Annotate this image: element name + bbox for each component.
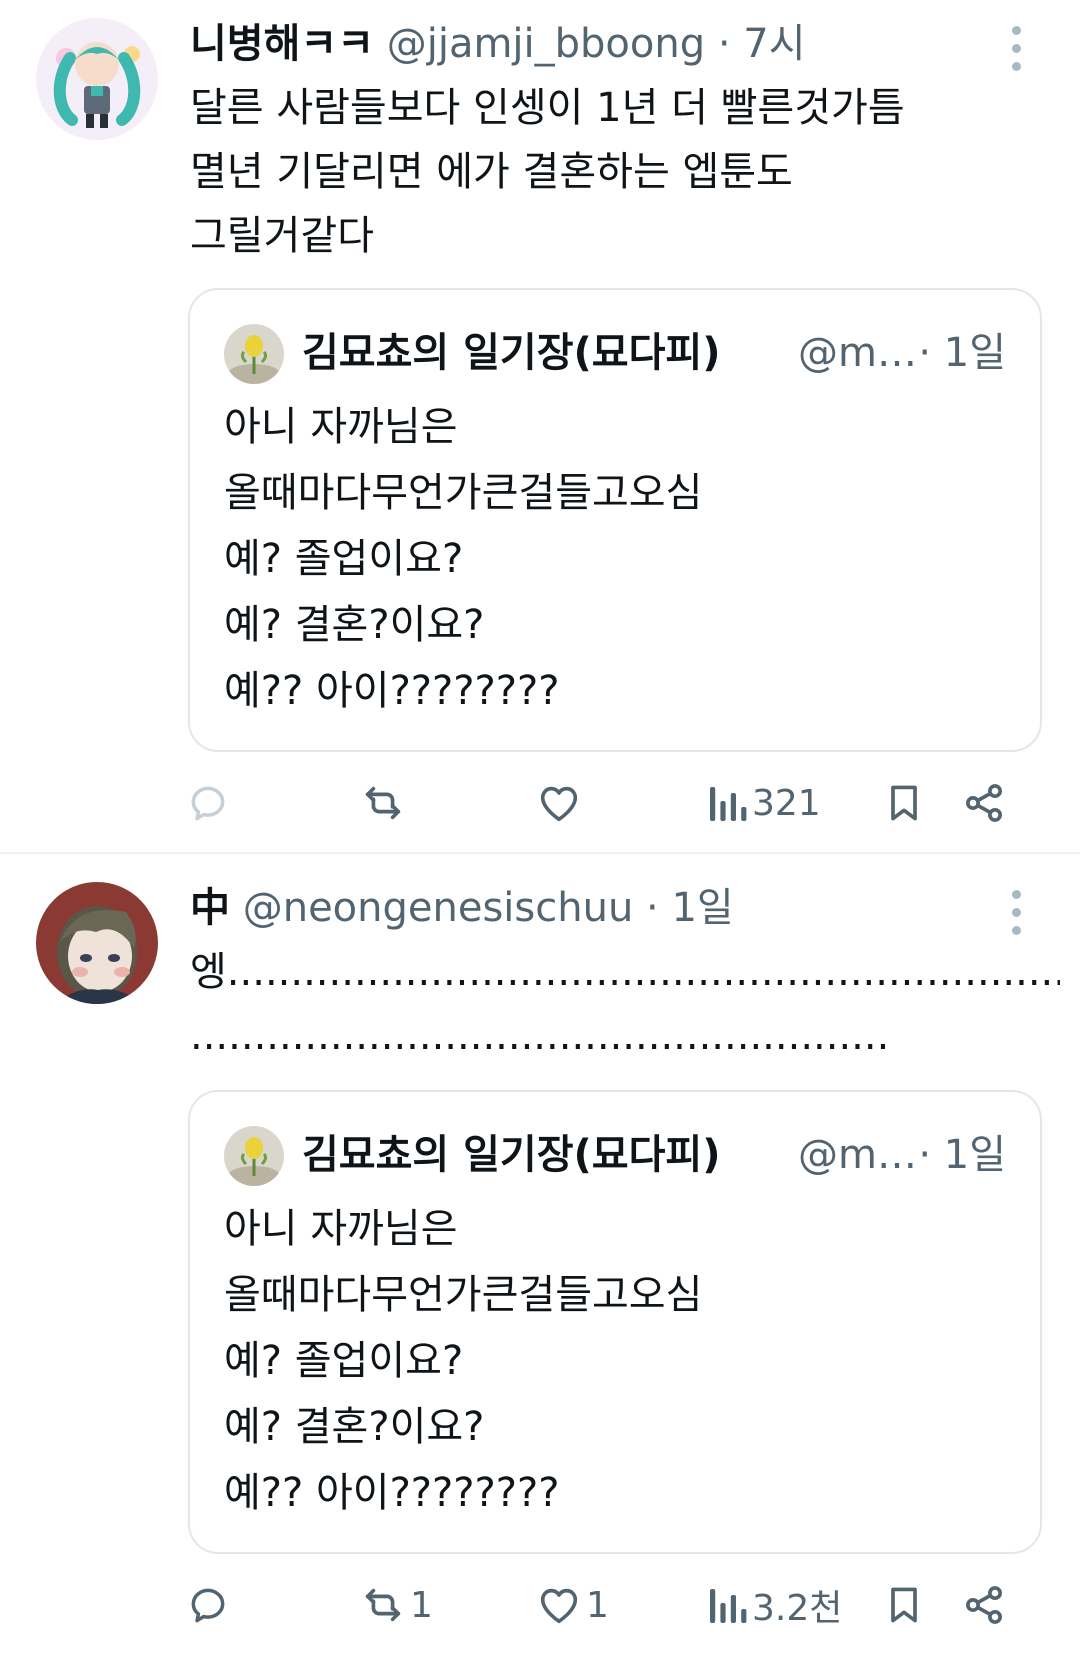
action-bar: 321 [0,768,1080,838]
reply-icon [191,786,225,821]
quoted-avatar[interactable] [224,1126,284,1186]
quoted-tweet-text: 아니 자까님은 올때마다무언가큰걸들고오심 예? 졸업이요? 예? 결혼?이요?… [224,404,703,714]
quoted-handle[interactable]: @m… [798,1122,917,1188]
bookmark-icon [891,785,917,821]
views-button[interactable]: 321 [708,768,821,838]
action-bar: 1 1 3.2천 [0,1570,1080,1640]
like-count: 1 [586,1584,609,1626]
quoted-display-name[interactable]: 김묘쵸의 일기장(묘다피) [302,1122,721,1188]
quoted-tweet-header: 김묘쵸의 일기장(묘다피) @m… · 1일 [224,1122,1010,1188]
timestamp[interactable]: 1일 [671,885,733,931]
views-icon [710,787,747,821]
share-button[interactable] [962,768,1006,838]
separator: · [633,885,672,931]
like-button[interactable] [536,768,586,838]
quoted-tweet-text: 아니 자까님은 올때마다무언가큰걸들고오심 예? 졸업이요? 예? 결혼?이요?… [224,1206,703,1516]
share-icon [966,1586,1002,1624]
quoted-timestamp[interactable]: · 1일 [918,1122,1006,1188]
quoted-time-value: 1일 [943,330,1006,376]
timestamp[interactable]: 7시 [743,21,805,67]
views-button[interactable]: 3.2천 [708,1570,842,1640]
view-count: 3.2천 [752,1588,843,1629]
retweet-button[interactable]: 1 [360,1570,433,1640]
retweet-button[interactable] [360,768,410,838]
retweet-count: 1 [410,1584,433,1626]
reply-icon [191,1588,225,1623]
quoted-tweet[interactable]: 김묘쵸의 일기장(묘다피) @m… · 1일 아니 자까님은 올때마다무언가큰걸… [188,1090,1042,1554]
more-icon[interactable] [994,882,1038,942]
like-icon [540,1588,578,1624]
quoted-timestamp[interactable]: · 1일 [918,320,1006,386]
reply-button[interactable] [186,768,234,838]
reply-button[interactable] [186,1570,234,1640]
separator: · [918,1132,944,1178]
like-icon [540,786,578,822]
quoted-time-value: 1일 [943,1132,1006,1178]
quoted-tweet[interactable]: 김묘쵸의 일기장(묘다피) @m… · 1일 아니 자까님은 올때마다무언가큰걸… [188,288,1042,752]
more-icon[interactable] [994,18,1038,78]
like-button[interactable]: 1 [536,1570,609,1640]
views-icon [710,1589,747,1623]
quoted-tweet-header: 김묘쵸의 일기장(묘다피) @m… · 1일 [224,320,1010,386]
bookmark-icon [891,1587,917,1623]
share-icon [966,784,1002,822]
handle[interactable]: @jjamji_bboong [387,21,705,67]
display-name[interactable]: 니병해ㅋㅋ [190,21,374,67]
quoted-avatar[interactable] [224,324,284,384]
quoted-handle[interactable]: @m… [798,320,917,386]
retweet-icon [365,1588,401,1622]
tweet-header: 니병해ㅋㅋ @jjamji_bboong · 7시 [190,14,990,74]
tweet-header: 中 @neongenesischuu · 1일 [190,878,990,938]
avatar[interactable] [36,18,158,140]
handle[interactable]: @neongenesischuu [243,885,634,931]
bookmark-button[interactable] [882,1570,926,1640]
tweet-1[interactable]: 니병해ㅋㅋ @jjamji_bboong · 7시 달른 사람들보다 인셍이 1… [0,0,1080,824]
quoted-display-name[interactable]: 김묘쵸의 일기장(묘다피) [302,320,721,386]
separator: · [918,330,944,376]
view-count: 321 [752,782,821,824]
tweet-text: 달른 사람들보다 인셍이 1년 더 빨른것가틈 멸년 기달리면 에가 결혼하는 … [190,85,905,259]
bookmark-button[interactable] [882,768,926,838]
share-button[interactable] [962,1570,1006,1640]
tweet-text: 엥.......................................… [190,949,1060,1059]
retweet-icon [365,786,401,820]
avatar[interactable] [36,882,158,1004]
separator: · [705,21,744,67]
display-name[interactable]: 中 [190,885,230,931]
tweet-2[interactable]: 中 @neongenesischuu · 1일 엥...............… [0,854,1080,1671]
